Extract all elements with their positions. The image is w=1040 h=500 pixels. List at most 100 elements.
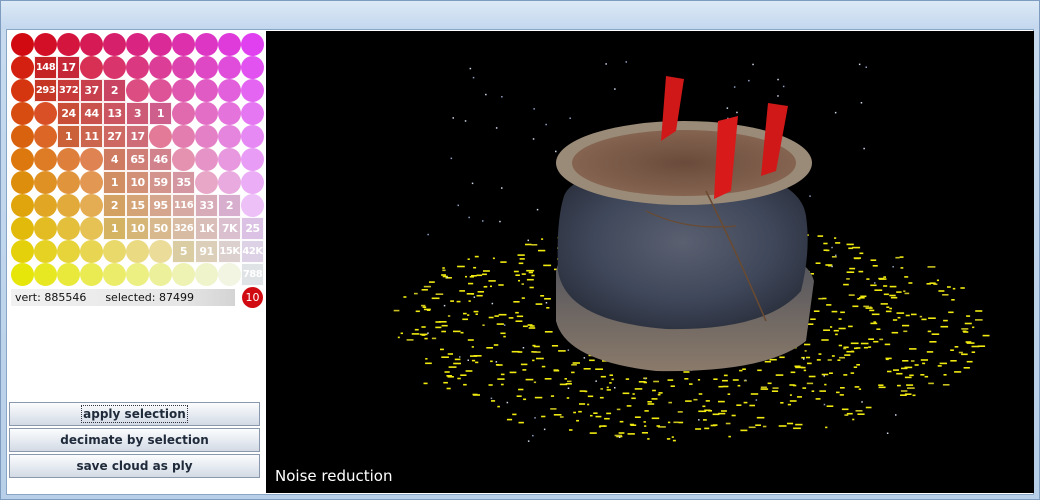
title-bar[interactable] bbox=[1, 1, 1039, 29]
histogram-cell[interactable] bbox=[218, 171, 241, 194]
histogram-cell[interactable] bbox=[149, 79, 172, 102]
histogram-cell[interactable] bbox=[80, 194, 103, 217]
histogram-cell[interactable] bbox=[149, 240, 172, 263]
histogram-cell[interactable] bbox=[80, 240, 103, 263]
histogram-cell-count[interactable]: 37 bbox=[80, 79, 103, 102]
histogram-cell[interactable] bbox=[103, 240, 126, 263]
histogram-cell[interactable] bbox=[80, 263, 103, 286]
histogram-cell-count[interactable]: 1 bbox=[149, 102, 172, 125]
histogram-cell-count[interactable]: 25 bbox=[241, 217, 264, 240]
histogram-cell[interactable] bbox=[241, 148, 264, 171]
save-cloud-as-ply-button[interactable]: save cloud as ply bbox=[9, 454, 260, 478]
histogram-cell[interactable] bbox=[57, 240, 80, 263]
histogram-cell[interactable] bbox=[172, 148, 195, 171]
histogram-cell[interactable] bbox=[241, 33, 264, 56]
histogram-cell-count[interactable]: 293 bbox=[34, 79, 57, 102]
histogram-cell[interactable] bbox=[149, 263, 172, 286]
histogram-cell-count[interactable]: 15K bbox=[218, 240, 241, 263]
histogram-cell-count[interactable]: 10 bbox=[126, 171, 149, 194]
point-cloud-render[interactable] bbox=[266, 31, 1034, 493]
histogram-cell[interactable] bbox=[80, 217, 103, 240]
histogram-cell[interactable] bbox=[103, 263, 126, 286]
histogram-cell[interactable] bbox=[103, 56, 126, 79]
histogram-cell-count[interactable]: 44 bbox=[80, 102, 103, 125]
histogram-cell[interactable] bbox=[57, 33, 80, 56]
histogram-cell[interactable] bbox=[11, 171, 34, 194]
histogram-cell[interactable] bbox=[126, 33, 149, 56]
histogram-cell[interactable] bbox=[80, 171, 103, 194]
histogram-cell[interactable] bbox=[34, 171, 57, 194]
histogram-cell[interactable] bbox=[11, 148, 34, 171]
histogram-cell[interactable] bbox=[218, 148, 241, 171]
histogram-cell[interactable] bbox=[172, 56, 195, 79]
histogram-cell[interactable] bbox=[195, 263, 218, 286]
histogram-cell[interactable] bbox=[126, 79, 149, 102]
histogram-cell[interactable] bbox=[34, 148, 57, 171]
histogram-cell-count[interactable]: 65 bbox=[126, 148, 149, 171]
histogram-cell-count[interactable]: 326 bbox=[172, 217, 195, 240]
histogram-cell[interactable] bbox=[218, 33, 241, 56]
histogram-cell[interactable] bbox=[103, 33, 126, 56]
histogram-cell[interactable] bbox=[126, 240, 149, 263]
histogram-cell[interactable] bbox=[126, 263, 149, 286]
histogram-cell[interactable] bbox=[11, 240, 34, 263]
histogram-cell[interactable] bbox=[195, 33, 218, 56]
histogram-cell-count[interactable]: 1 bbox=[57, 125, 80, 148]
histogram-cell[interactable] bbox=[57, 217, 80, 240]
histogram-cell-count[interactable]: 33 bbox=[195, 194, 218, 217]
decimate-by-selection-button[interactable]: decimate by selection bbox=[9, 428, 260, 452]
histogram-cell[interactable] bbox=[195, 102, 218, 125]
selection-histogram-grid[interactable]: 148 17 293 372 37 2 24 44 13 3 1 1 11 27 17 4 65 46 1 10 59 3… bbox=[11, 33, 264, 286]
histogram-cell-count[interactable]: 148 bbox=[34, 56, 57, 79]
histogram-cell[interactable] bbox=[172, 79, 195, 102]
histogram-cell-count[interactable]: 4 bbox=[103, 148, 126, 171]
histogram-cell[interactable] bbox=[80, 33, 103, 56]
histogram-cell-count[interactable]: 59 bbox=[149, 171, 172, 194]
histogram-cell-count[interactable]: 10 bbox=[126, 217, 149, 240]
histogram-cell-count[interactable]: 42K bbox=[241, 240, 264, 263]
histogram-cell-count[interactable]: 372 bbox=[57, 79, 80, 102]
histogram-cell-count[interactable]: 2 bbox=[103, 194, 126, 217]
histogram-cell[interactable] bbox=[195, 79, 218, 102]
histogram-cell[interactable] bbox=[34, 125, 57, 148]
histogram-cell[interactable] bbox=[34, 240, 57, 263]
histogram-cell[interactable] bbox=[149, 33, 172, 56]
histogram-cell[interactable] bbox=[218, 263, 241, 286]
histogram-cell[interactable] bbox=[172, 125, 195, 148]
histogram-cell[interactable] bbox=[57, 171, 80, 194]
histogram-cell[interactable] bbox=[11, 194, 34, 217]
histogram-cell[interactable] bbox=[34, 194, 57, 217]
histogram-cell-count[interactable]: 116 bbox=[172, 194, 195, 217]
histogram-cell[interactable] bbox=[126, 56, 149, 79]
histogram-cell[interactable] bbox=[241, 56, 264, 79]
histogram-cell[interactable] bbox=[11, 125, 34, 148]
histogram-cell[interactable] bbox=[34, 217, 57, 240]
histogram-cell[interactable] bbox=[218, 125, 241, 148]
histogram-cell[interactable] bbox=[11, 102, 34, 125]
histogram-cell[interactable] bbox=[11, 217, 34, 240]
histogram-cell-count[interactable]: 13 bbox=[103, 102, 126, 125]
histogram-cell-count[interactable]: 17 bbox=[57, 56, 80, 79]
histogram-cell[interactable] bbox=[241, 125, 264, 148]
histogram-cell[interactable] bbox=[34, 102, 57, 125]
histogram-cell[interactable] bbox=[149, 56, 172, 79]
histogram-cell[interactable] bbox=[172, 33, 195, 56]
histogram-cell[interactable] bbox=[11, 263, 34, 286]
histogram-cell-count[interactable]: 1 bbox=[103, 171, 126, 194]
histogram-cell[interactable] bbox=[195, 148, 218, 171]
histogram-cell[interactable] bbox=[11, 56, 34, 79]
histogram-cell-count[interactable]: 3 bbox=[126, 102, 149, 125]
histogram-cell-count[interactable]: 788 bbox=[241, 263, 264, 286]
histogram-cell[interactable] bbox=[218, 102, 241, 125]
histogram-cell[interactable] bbox=[172, 102, 195, 125]
histogram-cell-count[interactable]: 11 bbox=[80, 125, 103, 148]
histogram-cell[interactable] bbox=[218, 56, 241, 79]
histogram-cell-count[interactable]: 1K bbox=[195, 217, 218, 240]
histogram-cell[interactable] bbox=[149, 125, 172, 148]
histogram-cell[interactable] bbox=[11, 79, 34, 102]
histogram-cell-count[interactable]: 95 bbox=[149, 194, 172, 217]
histogram-cell[interactable] bbox=[57, 148, 80, 171]
histogram-cell-count[interactable]: 1 bbox=[103, 217, 126, 240]
histogram-cell[interactable] bbox=[57, 263, 80, 286]
histogram-cell[interactable] bbox=[11, 33, 34, 56]
